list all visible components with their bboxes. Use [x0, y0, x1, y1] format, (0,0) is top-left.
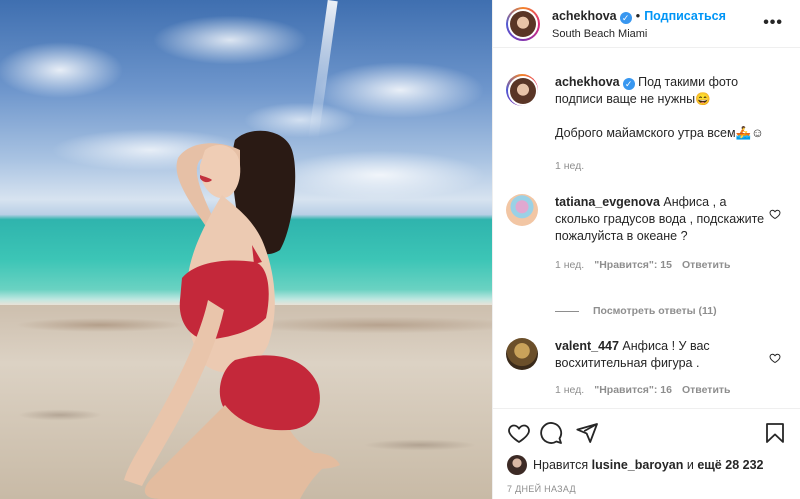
woman-figure — [124, 130, 340, 499]
comments-list: achekhova ✓ Под такими фото подписи ваще … — [493, 48, 800, 408]
post-header: achekhova ✓ • Подписаться South Beach Miami… — [493, 0, 800, 48]
comment-likes[interactable]: "Нравится": 16 — [594, 384, 672, 396]
view-replies-button[interactable]: Посмотреть ответы (11) — [555, 305, 717, 317]
likes-prefix: Нравится — [533, 458, 589, 472]
caption-line-2: Доброго майамского утра всем🚣☺ — [555, 126, 764, 140]
instagram-post: achekhova ✓ • Подписаться South Beach Miami… — [0, 0, 800, 499]
post-sidebar: achekhova ✓ • Подписаться South Beach Miami… — [492, 0, 800, 499]
follow-button[interactable]: Подписаться — [644, 9, 726, 23]
comment-username[interactable]: tatiana_evgenova — [555, 195, 660, 209]
comment-item: valent_447 Анфиса ! У вас восхитительная… — [506, 338, 791, 396]
caption-time[interactable]: 1 нед. — [555, 160, 584, 172]
caption-text: achekhova ✓ Под такими фото подписи ваще … — [555, 74, 765, 142]
comment-time[interactable]: 1 нед. — [555, 384, 584, 396]
verified-badge-icon: ✓ — [622, 78, 635, 90]
post-photo[interactable] — [0, 0, 492, 499]
post-date[interactable]: 7 ДНЕЙ НАЗАД — [507, 484, 576, 494]
post-actions — [493, 408, 800, 448]
bookmark-icon[interactable] — [763, 421, 787, 445]
heart-icon[interactable] — [507, 421, 531, 445]
comment-text: tatiana_evgenova Анфиса , а сколько град… — [555, 194, 765, 245]
reply-button[interactable]: Ответить — [682, 384, 731, 396]
caption-username[interactable]: achekhova — [555, 75, 620, 89]
caption-meta: 1 нед. — [555, 160, 791, 172]
more-icon[interactable]: ••• — [763, 14, 783, 32]
likes-and: и — [686, 458, 694, 472]
post-location[interactable]: South Beach Miami — [552, 28, 726, 40]
liker-avatar[interactable] — [507, 455, 527, 475]
comment-meta: 1 нед. "Нравится": 15 Ответить — [555, 259, 791, 271]
liker-username[interactable]: lusine_baroyan — [592, 458, 684, 472]
share-icon[interactable] — [575, 421, 599, 445]
replies-line — [555, 310, 579, 312]
comment-item: tatiana_evgenova Анфиса , а сколько град… — [506, 194, 791, 271]
likes-count[interactable]: ещё 28 232 — [697, 458, 763, 472]
view-replies-label: Посмотреть ответы (11) — [593, 305, 717, 317]
comment-like-heart-icon[interactable] — [769, 208, 781, 220]
commenter-avatar[interactable] — [506, 338, 538, 370]
author-avatar[interactable] — [506, 6, 540, 41]
comment-time[interactable]: 1 нед. — [555, 259, 584, 271]
commenter-avatar[interactable] — [506, 194, 538, 226]
reply-button[interactable]: Ответить — [682, 259, 731, 271]
header-meta: achekhova ✓ • Подписаться South Beach Miami — [552, 8, 726, 40]
comment-likes[interactable]: "Нравится": 15 — [594, 259, 672, 271]
likes-summary: Нравится lusine_baroyan и ещё 28 232 — [507, 455, 763, 475]
verified-badge-icon: ✓ — [619, 11, 632, 24]
separator-dot: • — [635, 7, 641, 23]
comment-meta: 1 нед. "Нравится": 16 Ответить — [555, 384, 791, 396]
comment-text: valent_447 Анфиса ! У вас восхитительная… — [555, 338, 765, 372]
comment-icon[interactable] — [539, 421, 563, 445]
comment-like-heart-icon[interactable] — [769, 352, 781, 364]
comment-username[interactable]: valent_447 — [555, 339, 619, 353]
caption-author-avatar[interactable] — [506, 74, 538, 106]
author-username[interactable]: achekhova — [552, 9, 617, 23]
caption-item: achekhova ✓ Под такими фото подписи ваще … — [506, 74, 791, 172]
